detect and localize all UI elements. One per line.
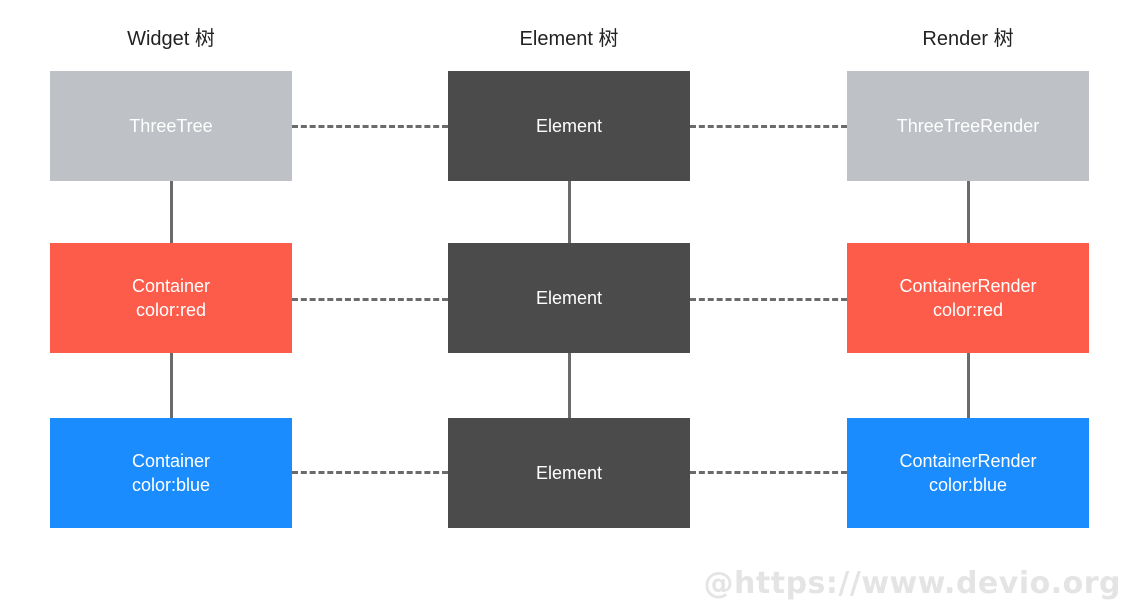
widget-tree-link-1 [170, 180, 173, 243]
widget-tree-link-2 [170, 353, 173, 418]
element-tree-link-2 [568, 353, 571, 418]
element-node-1: Element [448, 71, 690, 181]
render-tree-link-1 [967, 180, 970, 243]
render-tree-title: Render 树 [922, 28, 1014, 50]
element-render-link-row-2 [690, 298, 847, 301]
element-render-link-row-1 [690, 125, 847, 128]
widget-element-link-row-3 [292, 471, 448, 474]
render-tree-link-2 [967, 353, 970, 418]
element-tree-link-1 [568, 180, 571, 243]
watermark-text: @https://www.devio.org [703, 566, 1121, 601]
render-node-containerrender-red: ContainerRender color:red [847, 243, 1089, 353]
widget-tree-title: Widget 树 [127, 28, 215, 50]
widget-element-link-row-1 [292, 125, 448, 128]
element-node-2: Element [448, 243, 690, 353]
element-render-link-row-3 [690, 471, 847, 474]
render-node-threetreerender: ThreeTreeRender [847, 71, 1089, 181]
widget-node-container-blue: Container color:blue [50, 418, 292, 528]
widget-element-link-row-2 [292, 298, 448, 301]
element-tree-title: Element 树 [519, 28, 619, 50]
render-node-containerrender-blue: ContainerRender color:blue [847, 418, 1089, 528]
widget-node-threetree: ThreeTree [50, 71, 292, 181]
element-node-3: Element [448, 418, 690, 528]
widget-node-container-red: Container color:red [50, 243, 292, 353]
